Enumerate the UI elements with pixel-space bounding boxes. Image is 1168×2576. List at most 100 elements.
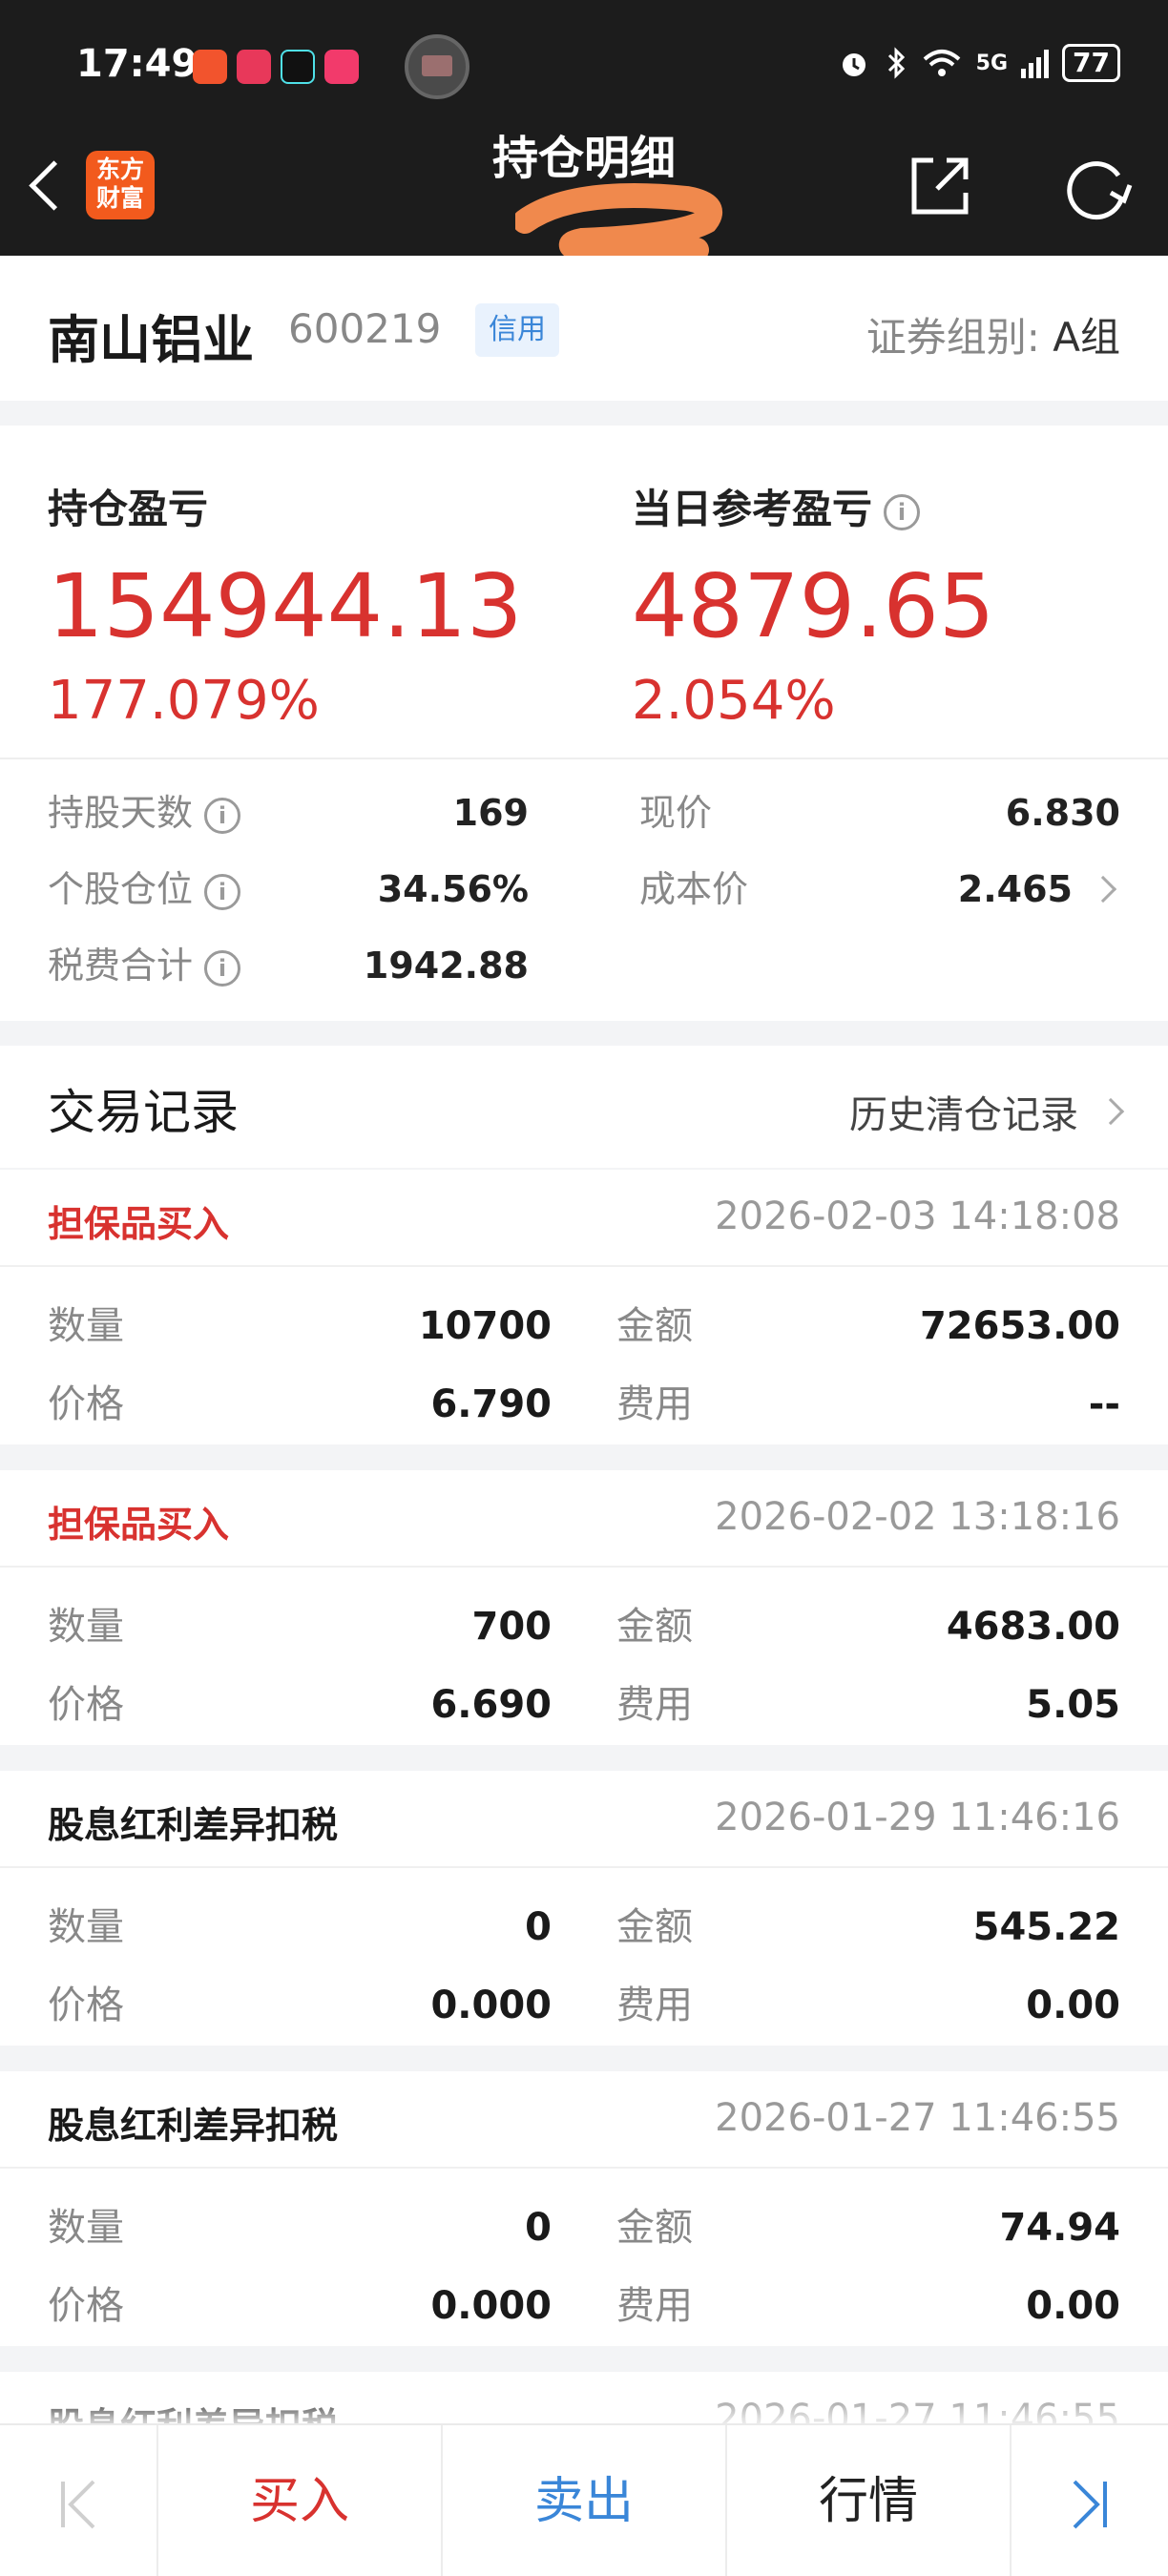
video-app-icon [324,50,359,84]
holding-days-title: 持股天数 i [48,784,241,841]
quantity-cell: 数量 700 [48,1600,552,1653]
quantity-cell: 数量 0 [48,2201,552,2254]
sell-button[interactable]: 卖出 [443,2425,725,2576]
profit-loss-panel: 持仓盈亏 154944.13 177.079% 当日参考盈亏 i 4879.65 … [0,426,1168,1021]
price-value: 6.690 [430,1683,552,1727]
daily-pl-title: 当日参考盈亏 i [632,477,921,535]
amount-cell: 金额 545.22 [616,1901,1120,1954]
amount-cell: 金额 72653.00 [616,1299,1120,1353]
holding-days-label: 持股天数 [48,792,194,834]
wifi-icon [923,50,960,76]
total-fees-label: 税费合计 [48,945,194,987]
buy-button[interactable]: 买入 [158,2425,441,2576]
status-time: 17:49 [76,42,198,86]
trade-record-card[interactable]: 担保品买入 2026-02-02 13:18:16 数量 700 金额 4683.00 价格… [0,1470,1168,1745]
current-price-value: 6.830 [1005,792,1120,834]
fee-value: -- [1088,1382,1120,1426]
trade-time: 2026-02-02 13:18:16 [715,1495,1120,1539]
signal-icon [1021,48,1050,78]
top-bar: 17:49 5G 77 东方财富 持仓明细 [0,0,1168,261]
page-title: 持仓明细 [491,132,676,185]
quantity-label: 数量 [48,1304,124,1348]
security-group-label: 证券组别: [866,314,1040,361]
amount-value: 4683.00 [946,1605,1120,1649]
price-cell: 价格 6.690 [48,1678,552,1732]
daily-pl-label: 当日参考盈亏 [632,486,873,532]
daily-pl-percent: 2.054% [632,670,836,732]
stock-name: 南山铝业 [48,310,254,370]
status-indicators: 5G 77 [837,44,1120,82]
fee-label: 费用 [616,1683,693,1727]
divider [0,758,1168,759]
amount-label: 金额 [616,2206,693,2250]
quantity-label: 数量 [48,1905,124,1949]
holding-days-row: 持股天数 i 169 [48,784,529,841]
holding-days-value: 169 [452,792,529,834]
price-cell: 价格 6.790 [48,1378,552,1431]
notification-app-icon [193,50,227,84]
amount-value: 545.22 [972,1905,1120,1949]
tiktok-icon [281,50,315,84]
trade-time: 2026-01-29 11:46:16 [715,1796,1120,1839]
trade-record-card[interactable]: 股息红利差异扣税 2026-01-29 11:46:16 数量 0 金额 545.22 价格… [0,1771,1168,2046]
current-price-label: 现价 [639,792,713,834]
trade-record-card[interactable]: 担保品买入 2026-02-03 14:18:08 数量 10700 金额 72653.0… [0,1170,1168,1444]
refresh-icon[interactable] [1061,155,1134,223]
price-cell: 价格 0.000 [48,2279,552,2333]
security-group: 证券组别: A组 [866,305,1120,364]
trade-records-header: 交易记录 历史清仓记录 [0,1046,1168,1168]
amount-label: 金额 [616,1905,693,1949]
battery-level: 77 [1062,44,1120,82]
skip-last-icon [1073,2480,1107,2529]
quantity-value: 700 [471,1605,553,1649]
info-icon[interactable]: i [204,797,241,834]
trade-type: 股息红利差异扣税 [48,2105,339,2147]
last-item-button[interactable] [1012,2425,1168,2576]
history-records-link[interactable]: 历史清仓记录 [849,1084,1125,1139]
price-value: 0.000 [430,2284,552,2328]
history-records-label: 历史清仓记录 [849,1093,1078,1137]
trade-type: 担保品买入 [48,1504,230,1546]
alarm-icon [842,53,866,76]
cost-price-label: 成本价 [639,868,749,910]
fee-cell: 费用 0.00 [616,1979,1120,2032]
chevron-right-icon [1089,875,1117,904]
fee-cell: 费用 5.05 [616,1678,1120,1732]
total-fees-row: 税费合计 i 1942.88 [48,937,529,994]
stock-code: 600219 [288,305,442,352]
price-label: 价格 [48,2284,124,2328]
price-value: 6.790 [430,1382,552,1426]
trade-records-title: 交易记录 [48,1085,239,1140]
fee-label: 费用 [616,1382,693,1426]
credit-tag: 信用 [475,303,559,357]
holding-pl-label: 持仓盈亏 [48,486,209,532]
first-item-button[interactable] [0,2425,156,2576]
market-button[interactable]: 行情 [727,2425,1010,2576]
price-label: 价格 [48,1984,124,2027]
trade-record-card[interactable]: 股息红利差异扣税 2026-01-27 11:46:55 数量 0 金额 74.94 价格 0… [0,2071,1168,2346]
info-icon[interactable]: i [884,493,921,530]
cost-price-row[interactable]: 成本价 2.465 [639,861,1120,918]
divider [0,2167,1168,2169]
fee-value: 0.00 [1026,2284,1120,2328]
current-price-row: 现价 6.830 [639,784,1120,841]
info-icon[interactable]: i [204,949,241,987]
status-app-icons [193,50,359,84]
quantity-cell: 数量 0 [48,1901,552,1954]
price-cell: 价格 0.000 [48,1979,552,2032]
network-type: 5G [975,51,1009,75]
share-icon[interactable] [908,155,971,218]
chevron-right-icon [1096,1097,1125,1126]
quantity-label: 数量 [48,2206,124,2250]
amount-label: 金额 [616,1605,693,1649]
notification-app-icon [237,50,271,84]
fee-label: 费用 [616,1984,693,2027]
divider [0,1566,1168,1568]
amount-value: 72653.00 [919,1304,1120,1348]
quantity-value: 10700 [418,1304,552,1348]
amount-label: 金额 [616,1304,693,1348]
floating-avatar-icon [405,34,469,99]
holding-pl-percent: 177.079% [48,670,320,732]
info-icon[interactable]: i [204,873,241,910]
security-group-value: A组 [1053,314,1120,361]
